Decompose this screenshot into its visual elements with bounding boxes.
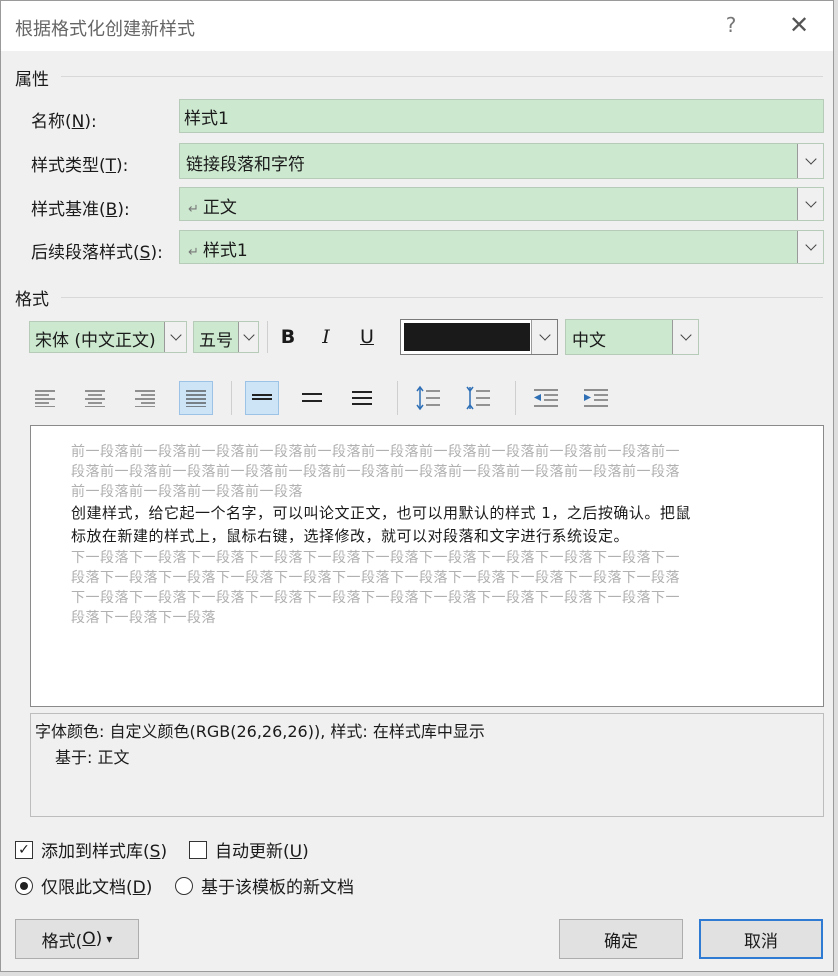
chevron-down-icon[interactable] <box>531 320 557 354</box>
format-menu-button[interactable]: 格式(O) ▾ <box>15 919 139 959</box>
ok-button[interactable]: 确定 <box>559 919 683 959</box>
format-group-label: 格式 <box>15 290 49 310</box>
increase-indent-button[interactable] <box>579 381 613 415</box>
name-label: 名称(N): <box>31 112 97 132</box>
new-docs-template-option[interactable]: 基于该模板的新文档 <box>175 873 354 898</box>
auto-update-label: 自动更新(U) <box>215 842 309 862</box>
based-on-value: 正文 <box>202 198 237 218</box>
align-justify-icon <box>186 390 206 407</box>
next-style-select[interactable]: ↵ 样式1 <box>179 230 824 264</box>
name-value: 样式1 <box>184 109 229 129</box>
preview-previous-paragraph: 前一段落前一段落前一段落前一段落前一段落前一段落前一段落前一段落前一段落前一段落… <box>71 444 680 500</box>
preview-sample-paragraph: 创建样式，给它起一个名字，可以叫论文正文，也可以用默认的样式 1，之后按确认。把… <box>71 504 691 545</box>
next-style-label: 后续段落样式(S): <box>31 243 163 263</box>
chevron-down-icon[interactable] <box>797 188 823 220</box>
auto-update-checkbox[interactable] <box>189 840 207 859</box>
only-this-doc-option[interactable]: 仅限此文档(D) <box>15 873 152 898</box>
font-color-select[interactable] <box>400 319 558 355</box>
font-name-select[interactable]: 宋体 (中文正文) <box>29 321 187 353</box>
font-color-swatch <box>404 323 530 351</box>
chevron-down-icon[interactable] <box>164 322 186 352</box>
align-right-button[interactable] <box>128 381 162 415</box>
paragraph-mark-icon: ↵ <box>188 245 199 260</box>
align-left-icon <box>35 390 55 407</box>
single-spacing-button[interactable] <box>245 381 279 415</box>
dialog-title: 根据格式化创建新样式 <box>15 19 195 40</box>
help-icon[interactable]: ? <box>719 13 743 37</box>
based-on-label: 样式基准(B): <box>31 200 130 220</box>
decrease-paragraph-spacing-icon <box>466 386 490 410</box>
increase-spacing-button[interactable] <box>411 381 445 415</box>
bold-button[interactable]: B <box>271 320 305 354</box>
caret-down-icon: ▾ <box>106 932 113 946</box>
new-docs-template-radio[interactable] <box>175 876 193 895</box>
toolbar-separator <box>397 381 398 415</box>
toolbar-separator <box>515 381 516 415</box>
decrease-indent-button[interactable] <box>529 381 563 415</box>
title-bar: 根据格式化创建新样式 ? ✕ <box>1 1 833 51</box>
font-name-value: 宋体 (中文正文) <box>35 331 156 351</box>
justify-button[interactable] <box>179 381 213 415</box>
close-icon[interactable]: ✕ <box>785 11 813 39</box>
style-preview-pane: 前一段落前一段落前一段落前一段落前一段落前一段落前一段落前一段落前一段落前一段落… <box>30 425 824 707</box>
properties-group-label: 属性 <box>15 70 49 90</box>
properties-separator <box>61 76 823 77</box>
line-spacing-one-half-icon <box>302 393 322 402</box>
next-style-value: 样式1 <box>202 241 248 261</box>
format-separator <box>61 297 823 298</box>
decrease-indent-icon <box>534 389 558 407</box>
one-half-spacing-button[interactable] <box>295 381 329 415</box>
description-line-2: 基于: 正文 <box>55 748 130 767</box>
chevron-down-icon[interactable] <box>797 231 823 263</box>
preview-next-paragraph: 下一段落下一段落下一段落下一段落下一段落下一段落下一段落下一段落下一段落下一段落… <box>71 550 680 626</box>
paragraph-mark-icon: ↵ <box>188 202 199 217</box>
align-center-icon <box>85 390 105 407</box>
chevron-down-icon[interactable] <box>238 322 258 352</box>
chevron-down-icon[interactable] <box>797 144 823 178</box>
style-type-select[interactable]: 链接段落和字符 <box>179 143 824 179</box>
only-this-doc-radio[interactable] <box>15 876 33 895</box>
background-window-edge-bottom <box>0 972 838 976</box>
description-line-1: 字体颜色: 自定义颜色(RGB(26,26,26)), 样式: 在样式库中显示 <box>35 722 485 741</box>
line-spacing-double-icon <box>352 391 372 405</box>
new-style-dialog: 根据格式化创建新样式 ? ✕ 属性 名称(N): 样式1 样式类型(T): 链接… <box>0 0 834 972</box>
add-to-gallery-option[interactable]: ✓ 添加到样式库(S) <box>15 837 167 862</box>
script-value: 中文 <box>572 331 606 351</box>
align-center-button[interactable] <box>78 381 112 415</box>
font-size-select[interactable]: 五号 <box>193 321 259 353</box>
chevron-down-icon[interactable] <box>672 320 698 354</box>
underline-button[interactable]: U <box>350 320 384 354</box>
font-size-value: 五号 <box>199 331 233 351</box>
italic-button[interactable]: I <box>309 320 343 354</box>
background-window-edge <box>834 0 838 976</box>
preview-text: 前一段落前一段落前一段落前一段落前一段落前一段落前一段落前一段落前一段落前一段落… <box>71 442 771 628</box>
new-docs-template-label: 基于该模板的新文档 <box>201 878 354 898</box>
auto-update-option[interactable]: 自动更新(U) <box>189 837 309 862</box>
double-spacing-button[interactable] <box>345 381 379 415</box>
style-description: 字体颜色: 自定义颜色(RGB(26,26,26)), 样式: 在样式库中显示 … <box>30 713 824 817</box>
name-input[interactable]: 样式1 <box>179 99 824 133</box>
increase-indent-icon <box>584 389 608 407</box>
align-right-icon <box>135 390 155 407</box>
style-type-value: 链接段落和字符 <box>186 155 305 175</box>
style-type-label: 样式类型(T): <box>31 156 129 176</box>
script-select[interactable]: 中文 <box>565 319 699 355</box>
add-to-gallery-label: 添加到样式库(S) <box>41 842 168 862</box>
based-on-select[interactable]: ↵ 正文 <box>179 187 824 221</box>
add-to-gallery-checkbox[interactable]: ✓ <box>15 840 33 859</box>
toolbar-separator <box>267 321 268 353</box>
align-left-button[interactable] <box>28 381 62 415</box>
line-spacing-single-icon <box>252 394 272 400</box>
toolbar-separator <box>231 381 232 415</box>
increase-paragraph-spacing-icon <box>416 385 440 411</box>
decrease-spacing-button[interactable] <box>461 381 495 415</box>
only-this-doc-label: 仅限此文档(D) <box>41 878 153 898</box>
cancel-button[interactable]: 取消 <box>699 919 823 959</box>
